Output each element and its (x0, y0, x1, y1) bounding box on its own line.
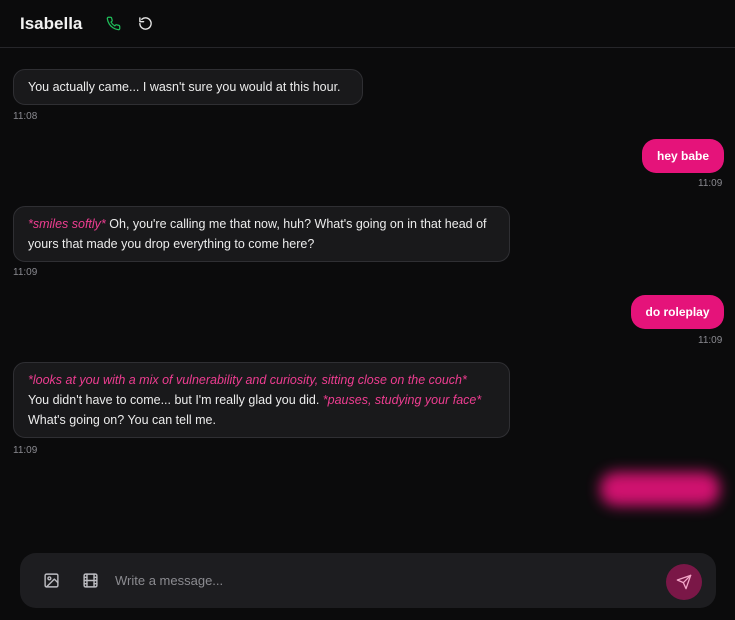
action-text: *pauses, studying your face* (322, 393, 482, 407)
chat-title: Isabella (20, 13, 83, 33)
message-input[interactable] (115, 573, 635, 588)
send-button[interactable] (666, 564, 702, 600)
message-time: 11:09 (698, 335, 723, 346)
phone-icon[interactable] (104, 15, 122, 33)
image-icon[interactable] (42, 572, 60, 590)
action-text: *smiles softly* (28, 217, 106, 231)
message-text: do roleplay (645, 305, 710, 319)
message-time: 11:09 (698, 178, 723, 189)
message-text: You actually came... I wasn't sure you w… (28, 80, 341, 94)
message-time: 11:08 (13, 111, 38, 122)
message-time: 11:09 (13, 267, 38, 278)
message-composer (20, 553, 716, 608)
message-text: hey babe (656, 149, 710, 163)
video-icon[interactable] (81, 572, 99, 590)
reset-icon[interactable] (136, 15, 154, 33)
message-text: You didn't have to come... but I'm reall… (28, 393, 320, 407)
blurred-user-message (600, 472, 720, 506)
bot-message: *smiles softly* Oh, you're calling me th… (13, 206, 510, 262)
user-message: do roleplay (631, 295, 724, 329)
message-text: What's going on? You can tell me. (28, 413, 216, 427)
send-icon (676, 574, 692, 590)
message-time: 11:09 (13, 445, 38, 456)
user-message: hey babe (642, 139, 724, 173)
action-text: *looks at you with a mix of vulnerabilit… (28, 373, 467, 387)
chat-header: Isabella (0, 0, 735, 48)
bot-message: *looks at you with a mix of vulnerabilit… (13, 362, 510, 438)
bot-message: You actually came... I wasn't sure you w… (13, 69, 363, 105)
